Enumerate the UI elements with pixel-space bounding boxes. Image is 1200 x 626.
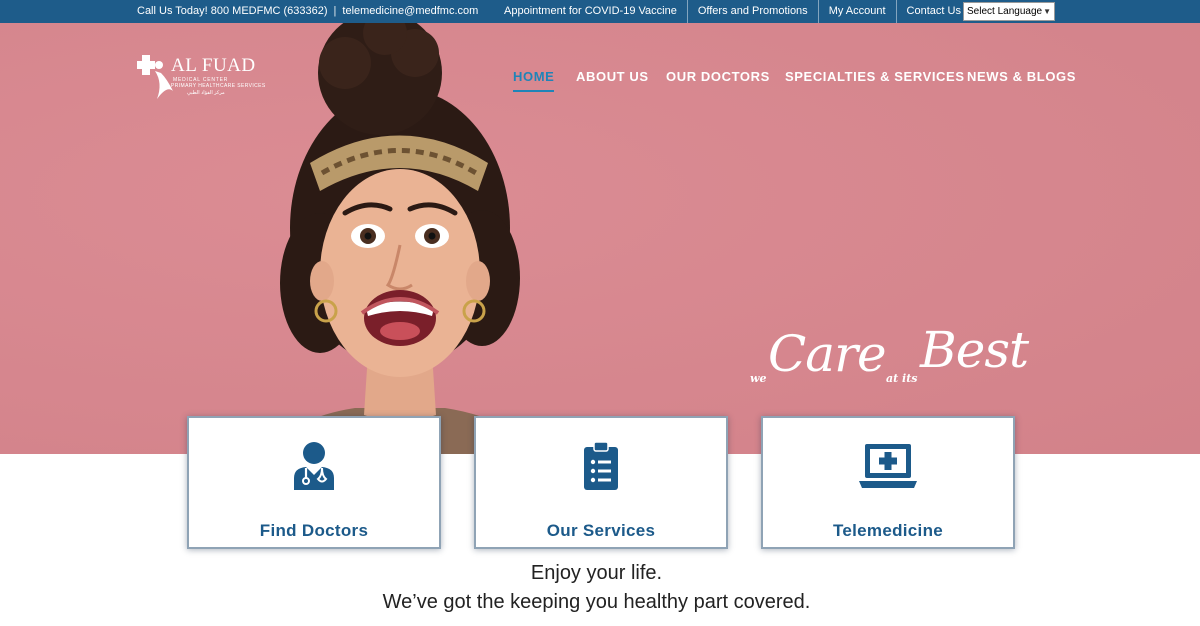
hero-tagline: we Care at its Best bbox=[748, 315, 1068, 395]
contact-info: Call Us Today! 800 MEDFMC (633362) | telem… bbox=[137, 0, 478, 23]
card-our-services[interactable]: Our Services bbox=[474, 416, 728, 549]
card-label: Find Doctors bbox=[259, 521, 369, 540]
card-label: Our Services bbox=[546, 521, 656, 540]
phone-link[interactable]: Call Us Today! 800 MEDFMC (633362) bbox=[137, 5, 328, 17]
top-link-offers[interactable]: Offers and Promotions bbox=[688, 0, 819, 23]
email-link[interactable]: telemedicine@medfmc.com bbox=[342, 5, 478, 17]
intro-subheadline: We’ve got the keeping you healthy part c… bbox=[382, 591, 811, 613]
clipboard-list-icon bbox=[584, 442, 618, 490]
tagline-best: Best bbox=[920, 321, 1029, 379]
doctor-icon bbox=[294, 442, 334, 490]
laptop-medical-icon bbox=[859, 444, 917, 488]
main-nav: HOME ABOUT US OUR DOCTORS SPECIALTIES & … bbox=[0, 69, 1200, 95]
nav-home[interactable]: HOME bbox=[513, 69, 555, 92]
top-links: Appointment for COVID-19 Vaccine Offers … bbox=[494, 0, 971, 23]
nav-our-doctors[interactable]: OUR DOCTORS bbox=[666, 69, 770, 84]
tagline-we: we bbox=[750, 372, 767, 385]
nav-about-us[interactable]: ABOUT US bbox=[576, 69, 649, 84]
top-link-my-account[interactable]: My Account bbox=[819, 0, 897, 23]
dropdown-arrow-icon: ▼ bbox=[1043, 7, 1051, 16]
nav-news-blogs[interactable]: NEWS & BLOGS bbox=[967, 69, 1076, 84]
top-bar: Call Us Today! 800 MEDFMC (633362) | telem… bbox=[0, 0, 1200, 23]
intro-headline: Enjoy your life. bbox=[530, 562, 663, 584]
hero-banner: AL FUAD MEDICAL CENTER PRIMARY HEALTHCAR… bbox=[0, 23, 1200, 454]
top-link-covid-vaccine[interactable]: Appointment for COVID-19 Vaccine bbox=[494, 0, 688, 23]
card-telemedicine[interactable]: Telemedicine bbox=[761, 416, 1015, 549]
nav-specialties-services[interactable]: SPECIALTIES & SERVICES bbox=[785, 69, 965, 84]
card-label: Telemedicine bbox=[832, 521, 944, 540]
language-select-value: Select Language bbox=[967, 6, 1043, 17]
contact-separator: | bbox=[333, 5, 337, 17]
language-select[interactable]: Select Language ▼ bbox=[963, 2, 1055, 21]
card-find-doctors[interactable]: Find Doctors bbox=[187, 416, 441, 549]
top-link-contact-us[interactable]: Contact Us bbox=[897, 0, 971, 23]
tagline-care: Care bbox=[768, 325, 887, 383]
tagline-at-its: at its bbox=[886, 372, 918, 385]
